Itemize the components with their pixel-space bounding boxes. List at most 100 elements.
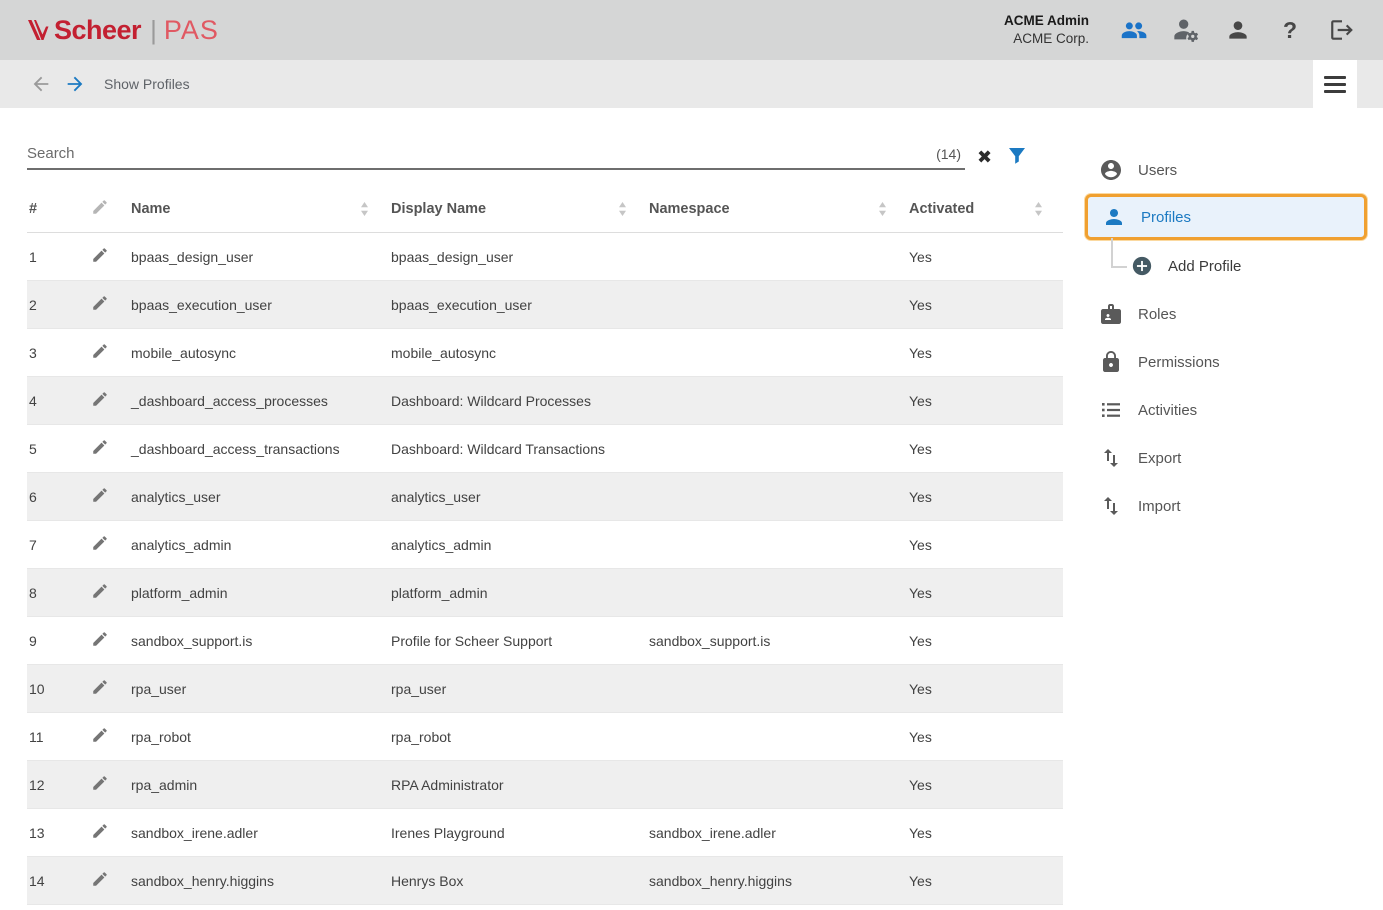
- sidebar-item-export[interactable]: Export: [1085, 434, 1367, 482]
- table-row[interactable]: 14 sandbox_henry.higgins Henrys Box sand…: [27, 857, 1063, 905]
- profile-name: rpa_user: [129, 665, 389, 713]
- help-icon[interactable]: ?: [1275, 15, 1305, 45]
- top-header: Scheer | PAS ACME Admin ACME Corp.: [0, 0, 1383, 60]
- sort-icon[interactable]: [1034, 202, 1043, 216]
- profile-activated: Yes: [907, 617, 1063, 665]
- edit-row-button[interactable]: [89, 377, 129, 425]
- sidebar-item-activities[interactable]: Activities: [1085, 386, 1367, 434]
- hamburger-menu-icon[interactable]: [1313, 60, 1357, 108]
- column-header-activated[interactable]: Activated: [907, 186, 1063, 233]
- profile-display-name: Irenes Playground: [389, 809, 647, 857]
- row-number: 9: [27, 617, 89, 665]
- edit-row-button[interactable]: [89, 761, 129, 809]
- table-row[interactable]: 4 _dashboard_access_processes Dashboard:…: [27, 377, 1063, 425]
- edit-row-button[interactable]: [89, 665, 129, 713]
- column-header-name[interactable]: Name: [129, 186, 389, 233]
- row-number: 4: [27, 377, 89, 425]
- profile-namespace: [647, 713, 907, 761]
- edit-icon[interactable]: [91, 294, 109, 312]
- column-header-namespace[interactable]: Namespace: [647, 186, 907, 233]
- profile-display-name: Dashboard: Wildcard Transactions: [389, 425, 647, 473]
- profile-name: sandbox_henry.higgins: [129, 857, 389, 905]
- right-sidebar: Users Profiles Add Profile Roles: [1063, 108, 1383, 910]
- edit-icon[interactable]: [91, 774, 109, 792]
- row-number: 7: [27, 521, 89, 569]
- search-row: (14) ✖: [27, 132, 1063, 170]
- back-arrow-icon[interactable]: [30, 72, 54, 96]
- row-number: 11: [27, 713, 89, 761]
- profile-name: sandbox_support.is: [129, 617, 389, 665]
- profile-display-name: Dashboard: Wildcard Processes: [389, 377, 647, 425]
- edit-icon[interactable]: [91, 438, 109, 456]
- edit-row-button[interactable]: [89, 233, 129, 281]
- logout-icon[interactable]: [1327, 15, 1357, 45]
- table-row[interactable]: 8 platform_admin platform_admin Yes: [27, 569, 1063, 617]
- sidebar-item-permissions[interactable]: Permissions: [1085, 338, 1367, 386]
- profile-display-name: mobile_autosync: [389, 329, 647, 377]
- profile-namespace: [647, 473, 907, 521]
- filter-icon[interactable]: [1005, 144, 1029, 168]
- table-row[interactable]: 6 analytics_user analytics_user Yes: [27, 473, 1063, 521]
- edit-icon[interactable]: [91, 678, 109, 696]
- user-management-icon[interactable]: [1119, 15, 1149, 45]
- edit-row-button[interactable]: [89, 617, 129, 665]
- table-row[interactable]: 1 bpaas_design_user bpaas_design_user Ye…: [27, 233, 1063, 281]
- table-row[interactable]: 9 sandbox_support.is Profile for Scheer …: [27, 617, 1063, 665]
- edit-row-button[interactable]: [89, 857, 129, 905]
- edit-icon[interactable]: [91, 486, 109, 504]
- profile-name: analytics_admin: [129, 521, 389, 569]
- sort-icon[interactable]: [360, 202, 369, 216]
- profile-name: _dashboard_access_processes: [129, 377, 389, 425]
- table-row[interactable]: 12 rpa_admin RPA Administrator Yes: [27, 761, 1063, 809]
- table-row[interactable]: 10 rpa_user rpa_user Yes: [27, 665, 1063, 713]
- edit-icon[interactable]: [91, 534, 109, 552]
- edit-row-button[interactable]: [89, 521, 129, 569]
- edit-icon[interactable]: [91, 342, 109, 360]
- list-icon: [1099, 398, 1123, 422]
- row-number: 6: [27, 473, 89, 521]
- sidebar-item-add-profile[interactable]: Add Profile: [1085, 242, 1367, 290]
- edit-icon[interactable]: [91, 582, 109, 600]
- table-row[interactable]: 5 _dashboard_access_transactions Dashboa…: [27, 425, 1063, 473]
- account-icon[interactable]: [1223, 15, 1253, 45]
- profile-name: bpaas_design_user: [129, 233, 389, 281]
- column-header-display-name[interactable]: Display Name: [389, 186, 647, 233]
- admin-settings-icon[interactable]: [1171, 15, 1201, 45]
- edit-icon[interactable]: [91, 870, 109, 888]
- table-row[interactable]: 11 rpa_robot rpa_robot Yes: [27, 713, 1063, 761]
- profile-activated: Yes: [907, 665, 1063, 713]
- sort-icon[interactable]: [878, 202, 887, 216]
- table-header-row: # Name Display Name Namespace: [27, 186, 1063, 233]
- sidebar-item-users[interactable]: Users: [1085, 146, 1367, 194]
- sidebar-item-profiles[interactable]: Profiles: [1085, 194, 1367, 240]
- clear-search-icon[interactable]: ✖: [977, 148, 992, 166]
- edit-row-button[interactable]: [89, 809, 129, 857]
- table-row[interactable]: 13 sandbox_irene.adler Irenes Playground…: [27, 809, 1063, 857]
- sort-icon[interactable]: [618, 202, 627, 216]
- edit-row-button[interactable]: [89, 713, 129, 761]
- edit-row-button[interactable]: [89, 329, 129, 377]
- edit-row-button[interactable]: [89, 281, 129, 329]
- profile-activated: Yes: [907, 569, 1063, 617]
- sidebar-item-roles[interactable]: Roles: [1085, 290, 1367, 338]
- profile-display-name: bpaas_execution_user: [389, 281, 647, 329]
- profile-activated: Yes: [907, 857, 1063, 905]
- profile-display-name: Henrys Box: [389, 857, 647, 905]
- edit-row-button[interactable]: [89, 425, 129, 473]
- sidebar-item-import[interactable]: Import: [1085, 482, 1367, 530]
- table-row[interactable]: 3 mobile_autosync mobile_autosync Yes: [27, 329, 1063, 377]
- edit-row-button[interactable]: [89, 569, 129, 617]
- edit-row-button[interactable]: [89, 473, 129, 521]
- edit-icon[interactable]: [91, 726, 109, 744]
- profile-display-name: bpaas_design_user: [389, 233, 647, 281]
- forward-arrow-icon[interactable]: [64, 72, 88, 96]
- edit-icon[interactable]: [91, 390, 109, 408]
- edit-icon[interactable]: [91, 246, 109, 264]
- profiles-table: # Name Display Name Namespace: [27, 186, 1063, 905]
- table-row[interactable]: 7 analytics_admin analytics_admin Yes: [27, 521, 1063, 569]
- edit-icon[interactable]: [91, 630, 109, 648]
- search-input[interactable]: [27, 145, 936, 162]
- badge-icon: [1099, 302, 1123, 326]
- table-row[interactable]: 2 bpaas_execution_user bpaas_execution_u…: [27, 281, 1063, 329]
- edit-icon[interactable]: [91, 822, 109, 840]
